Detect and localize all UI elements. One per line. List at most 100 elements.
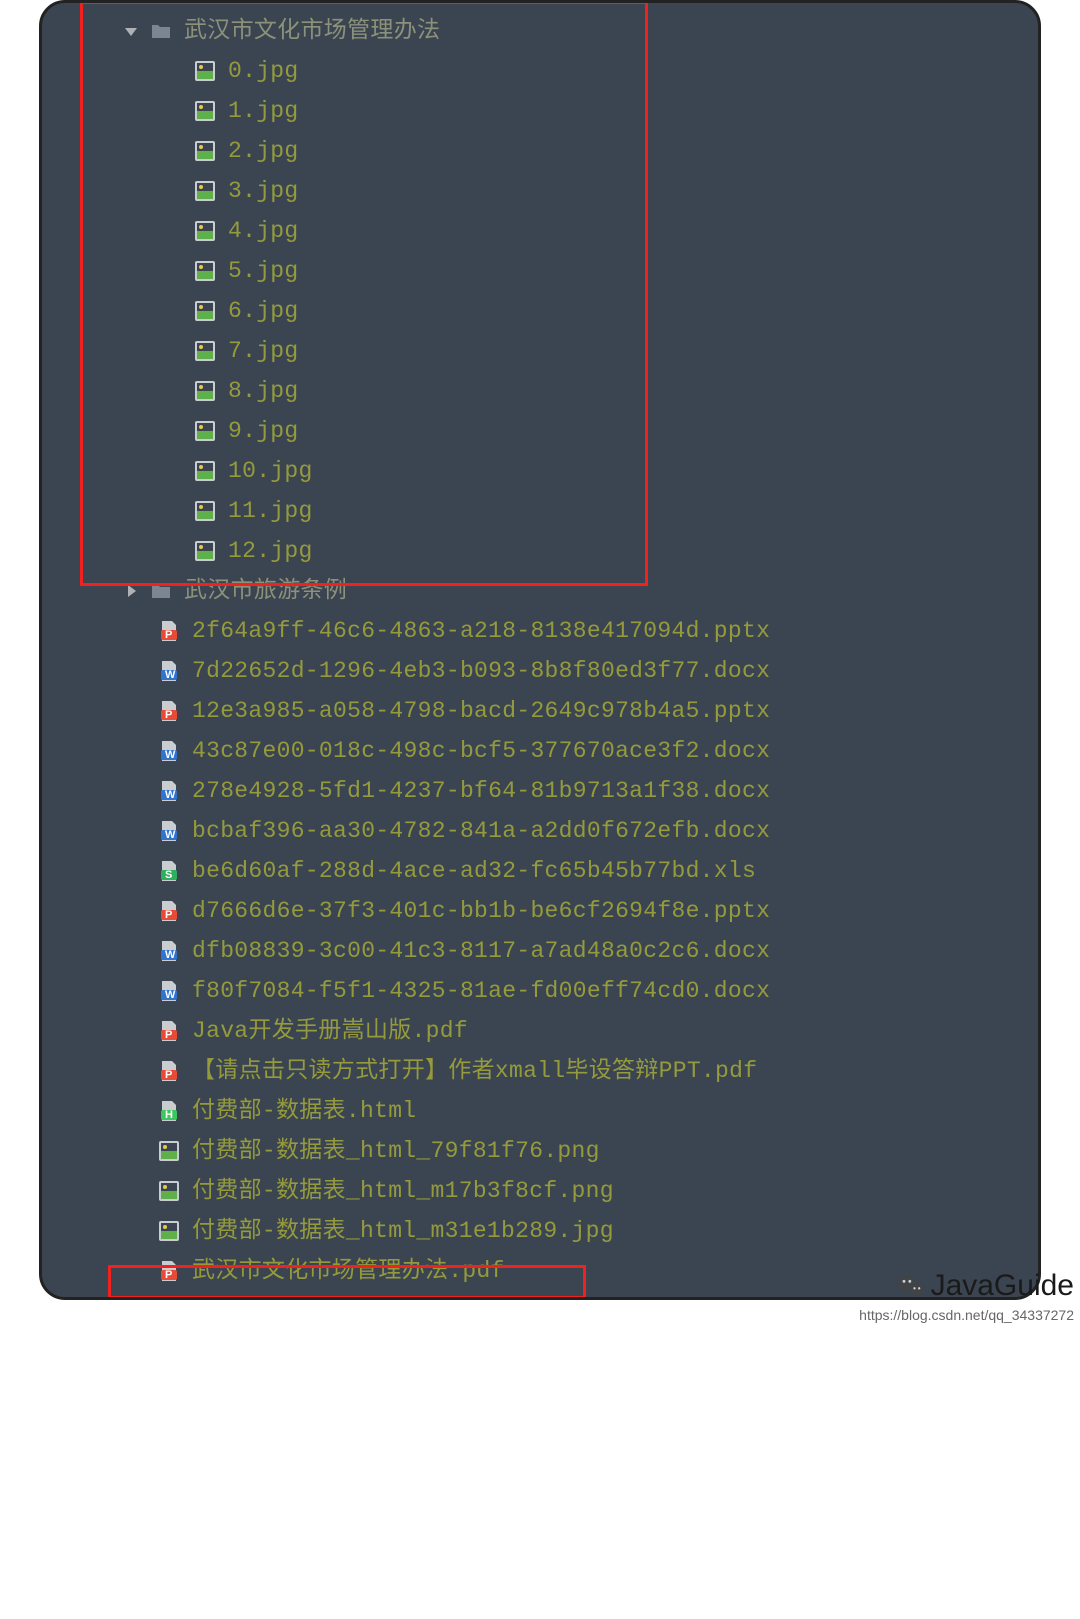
pdf-icon [158,1260,180,1282]
file-label: f80f7084-f5f1-4325-81ae-fd00eff74cd0.doc… [192,980,770,1003]
watermark-url: https://blog.csdn.net/qq_34337272 [859,1307,1074,1323]
tree-image-row[interactable]: 12.jpg [42,531,1038,571]
file-label: 11.jpg [228,500,313,523]
image-icon [194,60,216,82]
tree-file-row[interactable]: 付费部-数据表_html_m17b3f8cf.png [42,1171,1038,1211]
tree-image-row[interactable]: 6.jpg [42,291,1038,331]
file-label: 付费部-数据表_html_79f81f76.png [192,1140,600,1163]
file-label: 278e4928-5fd1-4237-bf64-81b9713a1f38.doc… [192,780,770,803]
docx-icon [158,780,180,802]
file-label: 2f64a9ff-46c6-4863-a218-8138e417094d.ppt… [192,620,770,643]
file-label: be6d60af-288d-4ace-ad32-fc65b45b77bd.xls [192,860,756,883]
docx-icon [158,940,180,962]
tree-file-row[interactable]: bcbaf396-aa30-4782-841a-a2dd0f672efb.doc… [42,811,1038,851]
file-label: 6.jpg [228,300,299,323]
folder-icon [150,580,172,602]
folder-row-collapsed[interactable]: 武汉市旅游条例 [42,571,1038,611]
image-icon [194,340,216,362]
file-label: 10.jpg [228,460,313,483]
file-label: 43c87e00-018c-498c-bcf5-377670ace3f2.doc… [192,740,770,763]
file-label: bcbaf396-aa30-4782-841a-a2dd0f672efb.doc… [192,820,770,843]
tree-image-row[interactable]: 11.jpg [42,491,1038,531]
file-label: 7d22652d-1296-4eb3-b093-8b8f80ed3f77.doc… [192,660,770,683]
docx-icon [158,980,180,1002]
file-label: 2.jpg [228,140,299,163]
tree-file-row[interactable]: 付费部-数据表_html_79f81f76.png [42,1131,1038,1171]
docx-icon [158,660,180,682]
image-icon [194,260,216,282]
pptx-icon [158,700,180,722]
watermark: JavaGuide https://blog.csdn.net/qq_34337… [859,1269,1074,1323]
tree-file-row[interactable]: 12e3a985-a058-4798-bacd-2649c978b4a5.ppt… [42,691,1038,731]
file-label: 付费部-数据表_html_m17b3f8cf.png [192,1180,614,1203]
image-icon [194,540,216,562]
tree-file-row[interactable]: Java开发手册嵩山版.pdf [42,1011,1038,1051]
image-icon [194,500,216,522]
image-icon [194,300,216,322]
tree-image-row[interactable]: 8.jpg [42,371,1038,411]
file-label: 武汉市文化市场管理办法.pdf [192,1260,505,1283]
image-icon [158,1220,180,1242]
tree-image-row[interactable]: 1.jpg [42,91,1038,131]
file-label: 4.jpg [228,220,299,243]
image-icon [194,380,216,402]
tree-file-row[interactable]: 278e4928-5fd1-4237-bf64-81b9713a1f38.doc… [42,771,1038,811]
docx-icon [158,820,180,842]
folder-label: 武汉市文化市场管理办法 [184,20,440,43]
file-label: 12e3a985-a058-4798-bacd-2649c978b4a5.ppt… [192,700,770,723]
file-label: 7.jpg [228,340,299,363]
image-icon [194,180,216,202]
image-icon [194,420,216,442]
tree-file-row[interactable]: 付费部-数据表.html [42,1091,1038,1131]
tree-image-row[interactable]: 4.jpg [42,211,1038,251]
file-label: d7666d6e-37f3-401c-bb1b-be6cf2694f8e.ppt… [192,900,770,923]
file-label: 8.jpg [228,380,299,403]
image-icon [194,460,216,482]
chevron-down-icon[interactable] [120,20,142,42]
tree-file-row[interactable]: 43c87e00-018c-498c-bcf5-377670ace3f2.doc… [42,731,1038,771]
html-icon [158,1100,180,1122]
chevron-right-icon[interactable] [120,580,142,602]
file-label: 3.jpg [228,180,299,203]
file-label: 0.jpg [228,60,299,83]
tree-file-row[interactable]: f80f7084-f5f1-4325-81ae-fd00eff74cd0.doc… [42,971,1038,1011]
file-label: 【请点击只读方式打开】作者xmall毕设答辩PPT.pdf [192,1060,757,1083]
image-icon [194,100,216,122]
image-icon [194,140,216,162]
pdf-icon [158,1060,180,1082]
wechat-icon [897,1272,925,1300]
tree-image-row[interactable]: 3.jpg [42,171,1038,211]
tree-image-row[interactable]: 5.jpg [42,251,1038,291]
pptx-icon [158,620,180,642]
file-label: 1.jpg [228,100,299,123]
tree-file-row[interactable]: 【请点击只读方式打开】作者xmall毕设答辩PPT.pdf [42,1051,1038,1091]
tree-image-row[interactable]: 10.jpg [42,451,1038,491]
file-label: Java开发手册嵩山版.pdf [192,1020,468,1043]
tree-image-row[interactable]: 9.jpg [42,411,1038,451]
image-icon [158,1140,180,1162]
tree-file-row[interactable]: 付费部-数据表_html_m31e1b289.jpg [42,1211,1038,1251]
tree-file-row[interactable]: 7d22652d-1296-4eb3-b093-8b8f80ed3f77.doc… [42,651,1038,691]
tree-file-row[interactable]: d7666d6e-37f3-401c-bb1b-be6cf2694f8e.ppt… [42,891,1038,931]
folder-label: 武汉市旅游条例 [184,580,347,603]
file-label: dfb08839-3c00-41c3-8117-a7ad48a0c2c6.doc… [192,940,770,963]
tree-image-row[interactable]: 0.jpg [42,51,1038,91]
folder-row-expanded[interactable]: 武汉市文化市场管理办法 [42,11,1038,51]
folder-icon [150,20,172,42]
image-icon [158,1180,180,1202]
tree-file-row[interactable]: dfb08839-3c00-41c3-8117-a7ad48a0c2c6.doc… [42,931,1038,971]
file-label: 付费部-数据表_html_m31e1b289.jpg [192,1220,614,1243]
watermark-title: JavaGuide [931,1269,1074,1303]
docx-icon [158,740,180,762]
tree-file-row[interactable]: 2f64a9ff-46c6-4863-a218-8138e417094d.ppt… [42,611,1038,651]
tree-image-row[interactable]: 2.jpg [42,131,1038,171]
pdf-icon [158,1020,180,1042]
tree-image-row[interactable]: 7.jpg [42,331,1038,371]
file-label: 付费部-数据表.html [192,1100,416,1123]
file-label: 5.jpg [228,260,299,283]
file-label: 9.jpg [228,420,299,443]
xls-icon [158,860,180,882]
tree-file-row[interactable]: be6d60af-288d-4ace-ad32-fc65b45b77bd.xls [42,851,1038,891]
file-tree-panel: 武汉市文化市场管理办法 0.jpg 1.jpg 2.jpg 3.jpg 4.jpg 5.j… [39,0,1041,1300]
pptx-icon [158,900,180,922]
